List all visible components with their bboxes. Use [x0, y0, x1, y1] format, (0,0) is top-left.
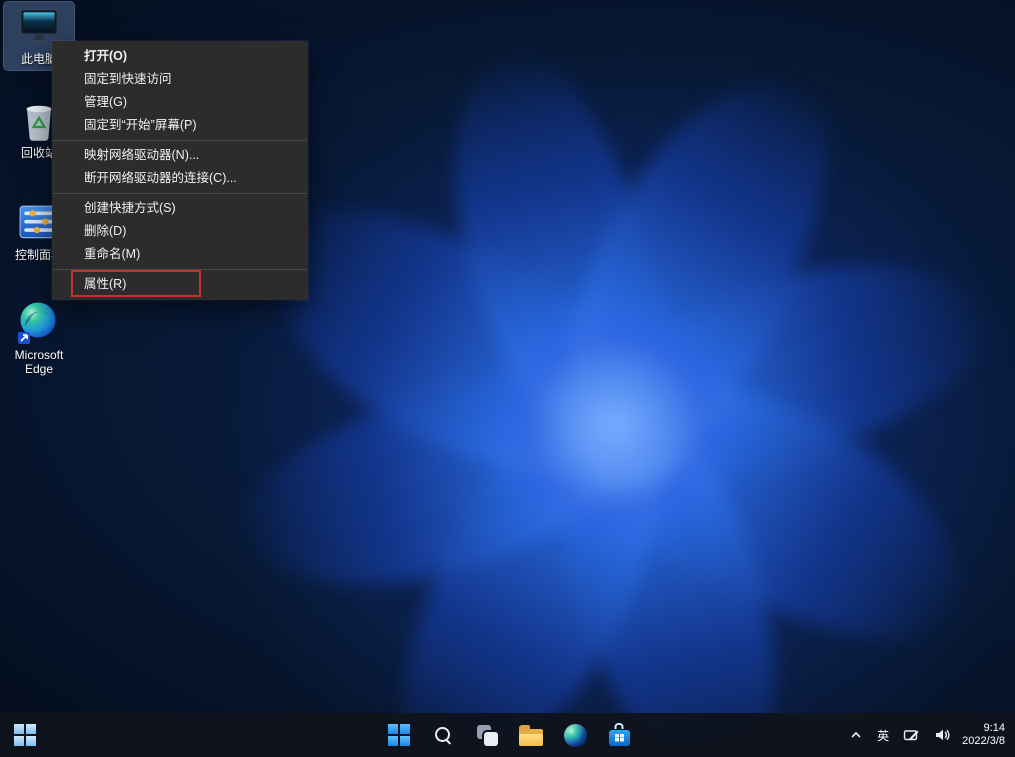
edge-browser-button[interactable]: [562, 722, 588, 748]
folder-icon: [519, 724, 543, 746]
edge-browser-icon: [17, 301, 61, 345]
search-button[interactable]: [430, 722, 456, 748]
menu-item-pin-to-quick-access[interactable]: 固定到快速访问: [52, 68, 308, 91]
windows-logo-icon: [14, 724, 36, 746]
menu-item-create-shortcut[interactable]: 创建快捷方式(S): [52, 197, 308, 220]
menu-item-manage[interactable]: 管理(G): [52, 91, 308, 114]
speaker-icon: [936, 729, 950, 741]
menu-item-pin-to-start[interactable]: 固定到“开始”屏幕(P): [52, 114, 308, 137]
menu-item-map-network-drive[interactable]: 映射网络驱动器(N)...: [52, 144, 308, 167]
windows-logo-left-icon[interactable]: [12, 722, 38, 748]
desktop-icon-microsoft-edge[interactable]: Microsoft Edge: [4, 298, 74, 380]
clock-time: 9:14: [983, 722, 1005, 734]
menu-item-delete[interactable]: 删除(D): [52, 220, 308, 243]
context-menu: 打开(O) 固定到快速访问 管理(G) 固定到“开始”屏幕(P) 映射网络驱动器…: [52, 41, 308, 300]
menu-item-disconnect-network-drive[interactable]: 断开网络驱动器的连接(C)...: [52, 167, 308, 190]
menu-item-open[interactable]: 打开(O): [52, 45, 308, 68]
pen-input-button[interactable]: [900, 722, 922, 748]
taskbar: 英 9:14 2022/3/8: [0, 713, 1015, 757]
windows-logo-icon: [388, 724, 410, 746]
desktop-icon-label: Microsoft Edge: [14, 348, 64, 376]
ime-language-indicator[interactable]: 英: [875, 727, 891, 744]
clock-date: 2022/3/8: [962, 735, 1005, 747]
pen-input-icon: [903, 729, 919, 740]
search-icon: [433, 725, 453, 745]
clock[interactable]: 9:14 2022/3/8: [962, 722, 1009, 748]
chevron-up-icon: [851, 731, 861, 738]
menu-separator: [53, 140, 307, 141]
volume-button[interactable]: [931, 722, 953, 748]
edge-icon: [563, 723, 587, 747]
menu-separator: [53, 269, 307, 270]
show-hidden-icons-button[interactable]: [846, 722, 866, 748]
menu-separator: [53, 193, 307, 194]
menu-item-rename[interactable]: 重命名(M): [52, 243, 308, 266]
task-view-icon: [476, 724, 498, 746]
menu-item-properties[interactable]: 属性(R): [52, 273, 308, 296]
start-button[interactable]: [386, 722, 412, 748]
microsoft-store-button[interactable]: [606, 722, 632, 748]
task-view-button[interactable]: [474, 722, 500, 748]
store-bag-icon: [608, 729, 630, 746]
file-explorer-button[interactable]: [518, 722, 544, 748]
